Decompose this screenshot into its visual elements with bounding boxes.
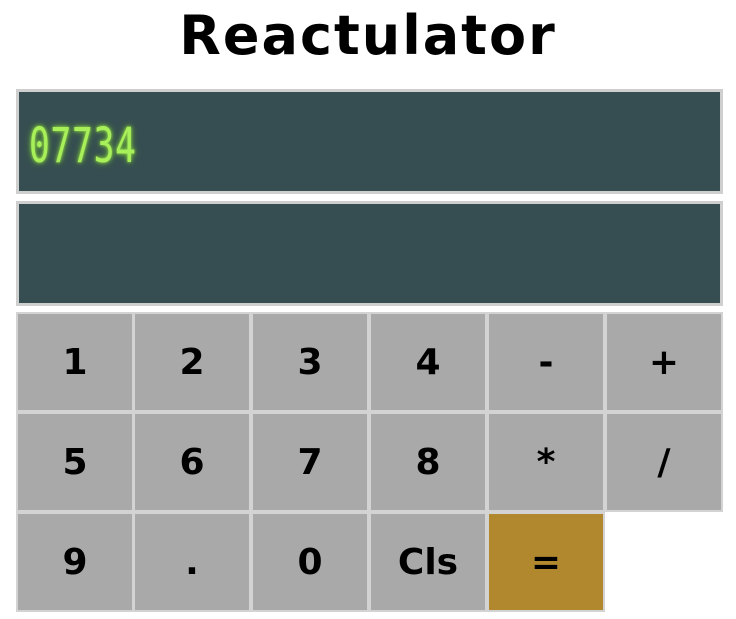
key-decimal[interactable]: . [133,512,251,612]
secondary-display [16,201,723,306]
clear-button[interactable]: Cls [369,512,487,612]
primary-display: 07734 [16,89,723,194]
key-2[interactable]: 2 [133,312,251,412]
key-plus[interactable]: + [605,312,723,412]
key-6[interactable]: 6 [133,412,251,512]
display-readout: 07734 [29,118,137,174]
key-minus[interactable]: - [487,312,605,412]
key-5[interactable]: 5 [16,412,134,512]
key-divide[interactable]: / [605,412,723,512]
key-7[interactable]: 7 [251,412,369,512]
key-multiply[interactable]: * [487,412,605,512]
key-1[interactable]: 1 [16,312,134,412]
key-3[interactable]: 3 [251,312,369,412]
equals-button[interactable]: = [487,512,605,612]
app-title: Reactulator [179,4,557,67]
key-0[interactable]: 0 [251,512,369,612]
key-8[interactable]: 8 [369,412,487,512]
key-4[interactable]: 4 [369,312,487,412]
key-9[interactable]: 9 [16,512,134,612]
